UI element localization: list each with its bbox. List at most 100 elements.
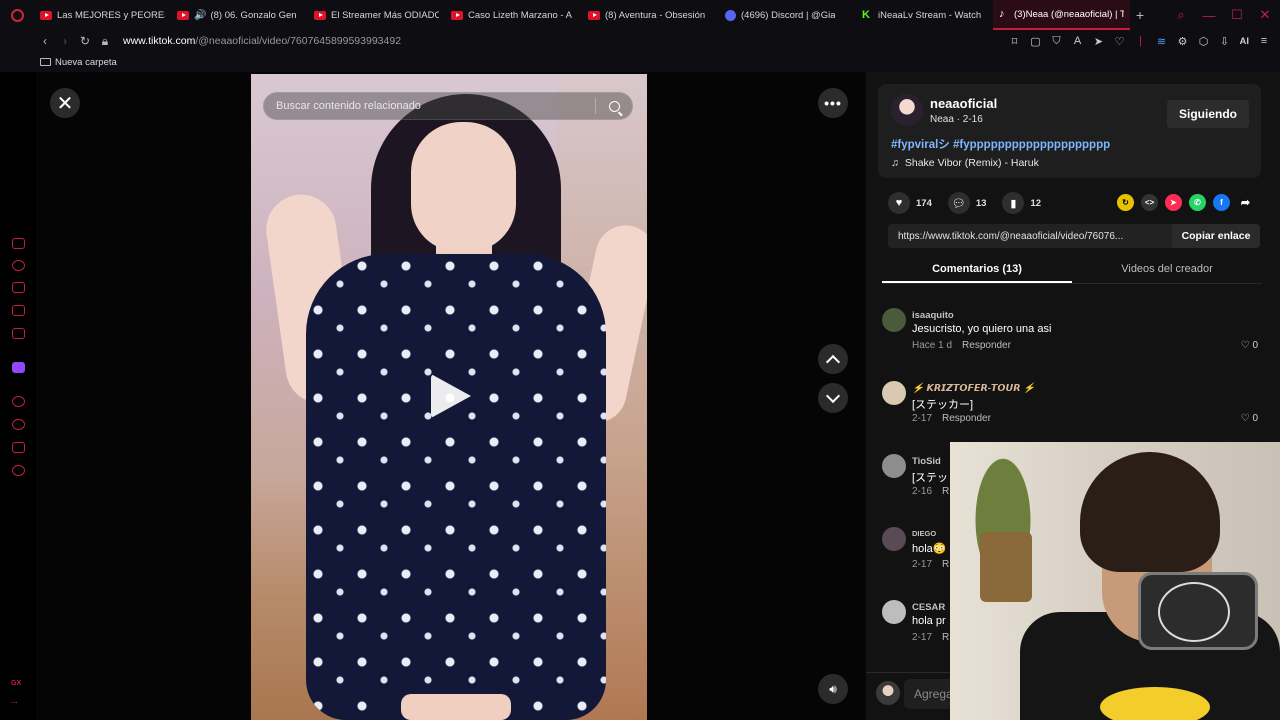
cube-icon[interactable]: [12, 442, 25, 453]
tab-2[interactable]: El Streamer Más ODIADO: [308, 0, 445, 30]
comment-user[interactable]: ⚡ 𝙆𝙍𝙄𝙕𝙏𝙊𝙁𝙀𝙍-𝙏𝙊𝙐𝙍 ⚡: [912, 383, 1035, 394]
menu-icon[interactable]: ≡: [1258, 35, 1270, 47]
minimize-icon[interactable]: —: [1202, 8, 1216, 23]
comment-like-button[interactable]: ♡ 0: [1241, 340, 1258, 351]
heart-icon[interactable]: ♡: [1114, 35, 1126, 48]
tab-6[interactable]: K iNeaaLv Stream - Watch: [856, 0, 993, 30]
comment-date: 2-16: [912, 486, 933, 497]
tab-0[interactable]: Las MEJORES y PEORES: [34, 0, 171, 30]
reply-button[interactable]: R: [942, 559, 949, 570]
speaker-icon[interactable]: 🔊: [194, 10, 206, 21]
shield-icon[interactable]: ⛉: [1051, 35, 1063, 48]
ai-button[interactable]: AI: [1240, 36, 1250, 47]
opera-sidebar: GX ···: [0, 72, 36, 720]
display-icon[interactable]: [12, 305, 25, 316]
post-info-card: neaaoficial Neaa · 2-16 Siguiendo #fypvi…: [878, 84, 1261, 178]
translate-icon[interactable]: A: [1072, 35, 1084, 47]
commenter-avatar[interactable]: [882, 308, 906, 332]
search-icon[interactable]: [596, 100, 632, 112]
bag-icon[interactable]: [12, 282, 25, 293]
opera-logo-icon[interactable]: [0, 0, 34, 30]
tab-comments[interactable]: Comentarios (13): [882, 256, 1072, 283]
player-icon[interactable]: [12, 396, 25, 407]
author-avatar[interactable]: [891, 94, 923, 126]
comment-user[interactable]: isaaquito: [912, 310, 954, 321]
share-arrow-icon[interactable]: ➦: [1237, 194, 1254, 211]
reply-button[interactable]: R: [942, 486, 949, 497]
tab-3[interactable]: Caso Lizeth Marzano - A: [445, 0, 582, 30]
commenter-avatar[interactable]: [882, 381, 906, 405]
embed-icon[interactable]: <>: [1141, 194, 1158, 211]
previous-video-button[interactable]: [818, 344, 848, 374]
tab-5[interactable]: (4696) Discord | @Gia: [719, 0, 856, 30]
commenter-avatar[interactable]: [882, 600, 906, 624]
commenter-avatar[interactable]: [882, 527, 906, 551]
tab-label: (8) Aventura - Obsesión: [605, 9, 706, 21]
tab-creator-videos[interactable]: Videos del creador: [1072, 256, 1262, 283]
post-caption[interactable]: #fypviralシ #fypppppppppppppppppppp: [891, 136, 1110, 152]
like-button[interactable]: ♥ 174: [888, 192, 932, 214]
bookmark-folder[interactable]: Nueva carpeta: [55, 57, 117, 68]
video-player[interactable]: Buscar contenido relacionado: [251, 74, 647, 720]
tab-1[interactable]: 🔊 (8) 06. Gonzalo Gen: [171, 0, 308, 30]
search-input[interactable]: Buscar contenido relacionado: [264, 100, 595, 112]
search-tabs-icon[interactable]: ⌕: [1174, 7, 1188, 23]
reply-button[interactable]: R: [942, 632, 949, 643]
wallet-icon[interactable]: ⬡: [1198, 35, 1210, 48]
repost-icon[interactable]: ↻: [1117, 194, 1134, 211]
following-button[interactable]: Siguiendo: [1167, 100, 1249, 128]
comment-like-button[interactable]: ♡ 0: [1241, 413, 1258, 424]
send-to-friend-icon[interactable]: ➤: [1165, 194, 1182, 211]
snapshot-icon[interactable]: ▢: [1030, 35, 1042, 48]
twitch-icon[interactable]: [12, 362, 25, 373]
send-icon[interactable]: ➤: [1093, 35, 1105, 48]
gx-label[interactable]: GX: [11, 680, 21, 687]
tab-7-active[interactable]: ♪ (3)Neaa (@neaaoficial) | T: [993, 0, 1130, 30]
back-icon[interactable]: ‹: [35, 34, 55, 48]
history-icon[interactable]: [12, 419, 25, 430]
comment-meta: 2-17 R: [912, 632, 949, 643]
tab-4[interactable]: (8) Aventura - Obsesión: [582, 0, 719, 30]
pin-icon[interactable]: ⌑: [1009, 35, 1021, 48]
copy-link-button[interactable]: Copiar enlace: [1172, 224, 1260, 248]
settings-icon[interactable]: [12, 465, 25, 476]
messenger-icon[interactable]: [12, 238, 25, 249]
author-username[interactable]: neaaoficial: [930, 96, 997, 111]
related-search-bar[interactable]: Buscar contenido relacionado: [263, 92, 633, 120]
play-icon[interactable]: [431, 374, 471, 418]
download-icon[interactable]: ⇩: [1219, 35, 1231, 48]
close-button[interactable]: ✕: [50, 88, 80, 118]
url-field[interactable]: www.tiktok.com/@neaaoficial/video/760764…: [123, 35, 401, 47]
more-options-button[interactable]: •••: [818, 88, 848, 118]
maximize-icon[interactable]: ☐: [1230, 7, 1244, 23]
extensions-icon[interactable]: ⚙: [1177, 35, 1189, 48]
music-row[interactable]: ♫ Shake Vibor (Remix) - Haruk: [891, 157, 1039, 169]
whatsapp-icon[interactable]: ✆: [1189, 194, 1206, 211]
new-tab-button[interactable]: +: [1130, 7, 1150, 23]
comment-user[interactable]: CESAR: [912, 602, 945, 613]
sidebar-more-icon[interactable]: ···: [11, 700, 18, 707]
reply-button[interactable]: Responder: [962, 340, 1011, 351]
commenter-avatar[interactable]: [882, 454, 906, 478]
reply-button[interactable]: Responder: [942, 413, 991, 424]
comment-count: 13: [975, 197, 987, 209]
author-name-date: Neaa · 2-16: [930, 114, 983, 125]
video-link[interactable]: https://www.tiktok.com/@neaaoficial/vide…: [888, 231, 1172, 242]
refresh-icon[interactable]: [12, 260, 25, 271]
facebook-icon[interactable]: f: [1213, 194, 1230, 211]
toolbar-icons: ⌑ ▢ ⛉ A ➤ ♡ | ≋ ⚙ ⬡ ⇩ AI ≡: [1009, 30, 1271, 52]
tab-label: Caso Lizeth Marzano - A: [468, 9, 573, 21]
comment-text: Jesucristo, yo quiero una asi: [912, 323, 1052, 335]
comment-button[interactable]: 💬︎ 13: [947, 192, 987, 214]
music-app-icon[interactable]: [12, 328, 25, 339]
comment-user[interactable]: TioSid: [912, 456, 941, 467]
vpn-icon[interactable]: ≋: [1156, 35, 1168, 48]
close-window-icon[interactable]: ✕: [1258, 7, 1272, 23]
comment-user[interactable]: DIEGO: [912, 529, 936, 538]
volume-button[interactable]: 🔊︎: [818, 674, 848, 704]
save-button[interactable]: ▮ 12: [1002, 192, 1041, 214]
next-video-button[interactable]: [818, 383, 848, 413]
forward-icon[interactable]: ›: [55, 34, 75, 48]
reload-icon[interactable]: ↻: [75, 34, 95, 48]
youtube-icon: [451, 10, 463, 20]
